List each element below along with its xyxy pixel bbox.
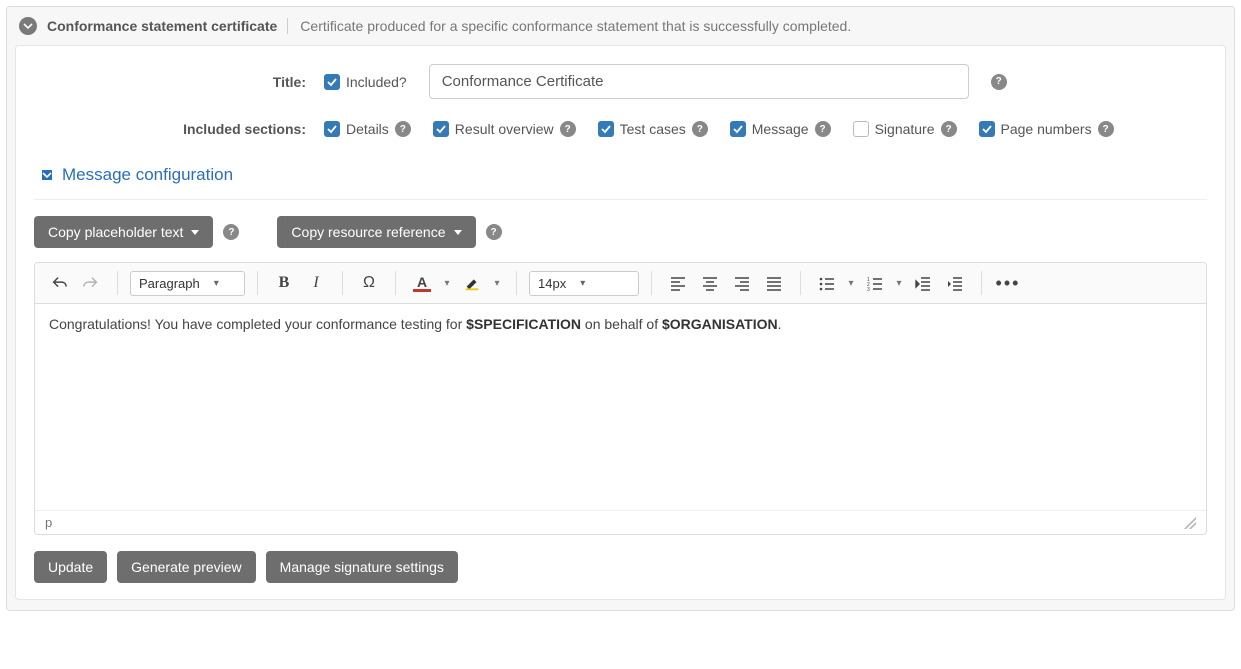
section-signature-checkbox[interactable] [853, 121, 869, 137]
editor-text: . [778, 316, 782, 332]
title-label: Title: [34, 74, 324, 90]
generate-preview-button[interactable]: Generate preview [117, 551, 256, 583]
chevron-down-icon: ▾ [580, 278, 585, 289]
align-justify-button[interactable] [760, 269, 788, 297]
copy-resource-help-icon[interactable]: ? [486, 224, 502, 240]
toolbar-separator [342, 271, 343, 295]
section-page-numbers-label: Page numbers [1001, 121, 1092, 137]
manage-signature-label: Manage signature settings [280, 559, 444, 575]
title-row: Title: Included? ? [34, 64, 1207, 99]
editor-toolbar: Paragraph ▾ B I Ω A ▾ ▾ 14px [35, 263, 1206, 304]
panel-title: Conformance statement certificate [47, 18, 277, 34]
outdent-button[interactable] [909, 269, 937, 297]
undo-button[interactable] [45, 269, 73, 297]
numbered-list-button[interactable]: 123 [861, 269, 889, 297]
bulleted-list-button[interactable] [813, 269, 841, 297]
section-message-help-icon[interactable]: ? [815, 121, 831, 137]
generate-preview-label: Generate preview [131, 559, 242, 575]
manage-signature-button[interactable]: Manage signature settings [266, 551, 458, 583]
toolbar-separator [981, 271, 982, 295]
toolbar-separator [117, 271, 118, 295]
copy-resource-label: Copy resource reference [291, 224, 445, 240]
footer-buttons: Update Generate preview Manage signature… [34, 535, 1207, 599]
conformance-certificate-panel: Conformance statement certificate Certif… [6, 6, 1235, 611]
italic-button[interactable]: I [302, 269, 330, 297]
editor-org-var: $ORGANISATION [662, 316, 778, 332]
section-details-help-icon[interactable]: ? [395, 121, 411, 137]
section-message-label: Message [752, 121, 809, 137]
section-signature-help-icon[interactable]: ? [941, 121, 957, 137]
highlight-color-dropdown[interactable]: ▾ [490, 269, 504, 297]
font-size-select[interactable]: 14px ▾ [529, 271, 639, 296]
indent-button[interactable] [941, 269, 969, 297]
editor-spec-var: $SPECIFICATION [466, 316, 581, 332]
text-color-dropdown[interactable]: ▾ [440, 269, 454, 297]
chevron-down-icon: ▾ [214, 278, 219, 289]
title-included-label: Included? [346, 74, 407, 90]
text-color-button[interactable]: A [408, 269, 436, 297]
copy-placeholder-label: Copy placeholder text [48, 224, 183, 240]
toolbar-separator [516, 271, 517, 295]
align-center-button[interactable] [696, 269, 724, 297]
section-details-checkbox[interactable] [324, 121, 340, 137]
svg-text:3: 3 [867, 287, 870, 291]
section-result-overview-checkbox[interactable] [433, 121, 449, 137]
section-test-cases-help-icon[interactable]: ? [692, 121, 708, 137]
toolbar-separator [257, 271, 258, 295]
bold-button[interactable]: B [270, 269, 298, 297]
font-size-value: 14px [538, 276, 566, 291]
editor-content-area[interactable]: Congratulations! You have completed your… [35, 304, 1206, 510]
more-options-button[interactable]: ••• [994, 269, 1022, 297]
message-config-collapse-icon[interactable] [42, 170, 52, 180]
resize-handle[interactable] [1184, 517, 1196, 529]
section-result-overview-label: Result overview [455, 121, 554, 137]
section-details-label: Details [346, 121, 389, 137]
update-label: Update [48, 559, 93, 575]
certificate-card: Title: Included? ? Included sections: De… [15, 45, 1226, 600]
rich-text-editor: Paragraph ▾ B I Ω A ▾ ▾ 14px [34, 262, 1207, 535]
copy-placeholder-button[interactable]: Copy placeholder text [34, 216, 213, 248]
title-help-icon[interactable]: ? [991, 74, 1007, 90]
update-button[interactable]: Update [34, 551, 107, 583]
editor-text: Congratulations! You have completed your… [49, 316, 466, 332]
toolbar-separator [395, 271, 396, 295]
editor-status-bar: p [35, 510, 1206, 534]
special-char-button[interactable]: Ω [355, 269, 383, 297]
copy-placeholder-help-icon[interactable]: ? [223, 224, 239, 240]
collapse-icon[interactable] [19, 17, 37, 35]
paragraph-format-value: Paragraph [139, 276, 200, 291]
align-left-button[interactable] [664, 269, 692, 297]
editor-element-path[interactable]: p [45, 515, 52, 530]
sections-row: Included sections: Details ? Result over… [34, 121, 1207, 137]
title-included-checkbox[interactable] [324, 74, 340, 90]
redo-button[interactable] [77, 269, 105, 297]
section-page-numbers-checkbox[interactable] [979, 121, 995, 137]
section-test-cases-label: Test cases [620, 121, 686, 137]
toolbar-separator [651, 271, 652, 295]
title-input[interactable] [429, 64, 969, 99]
section-message-checkbox[interactable] [730, 121, 746, 137]
toolbar-separator [800, 271, 801, 295]
paragraph-format-select[interactable]: Paragraph ▾ [130, 271, 245, 296]
highlight-color-button[interactable] [458, 269, 486, 297]
copy-buttons-row: Copy placeholder text ? Copy resource re… [34, 216, 1207, 248]
caret-down-icon [191, 230, 199, 235]
message-config-header[interactable]: Message configuration [34, 159, 1207, 200]
section-page-numbers-help-icon[interactable]: ? [1098, 121, 1114, 137]
caret-down-icon [454, 230, 462, 235]
bulleted-list-dropdown[interactable]: ▾ [845, 269, 857, 297]
panel-subtitle: Certificate produced for a specific conf… [287, 18, 851, 34]
message-config-title: Message configuration [62, 165, 233, 185]
align-right-button[interactable] [728, 269, 756, 297]
editor-text: on behalf of [581, 316, 662, 332]
sections-label: Included sections: [34, 121, 324, 137]
panel-header: Conformance statement certificate Certif… [15, 13, 1226, 45]
copy-resource-button[interactable]: Copy resource reference [277, 216, 475, 248]
section-test-cases-checkbox[interactable] [598, 121, 614, 137]
numbered-list-dropdown[interactable]: ▾ [893, 269, 905, 297]
section-signature-label: Signature [875, 121, 935, 137]
section-result-overview-help-icon[interactable]: ? [560, 121, 576, 137]
